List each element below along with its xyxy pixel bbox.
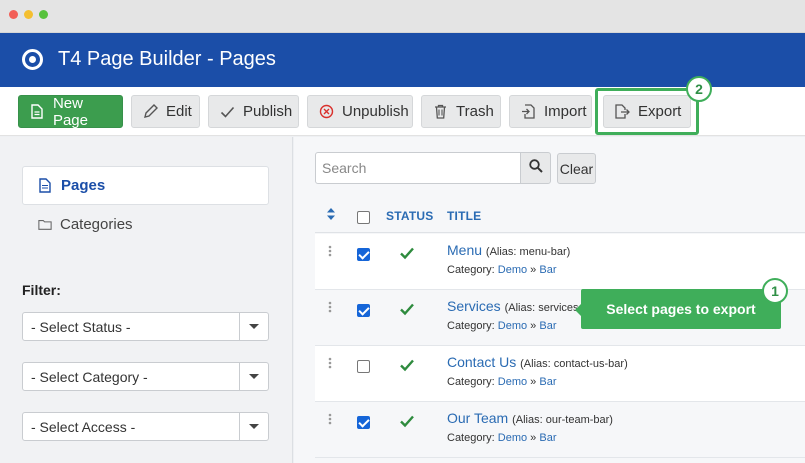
search-icon xyxy=(528,158,543,178)
step-1-badge: 1 xyxy=(762,278,788,304)
category-prefix: Category: xyxy=(447,376,495,388)
new-page-label: New Page xyxy=(52,94,88,129)
table-row[interactable]: Contact Us (Alias: contact-us-bar) Catego… xyxy=(315,346,805,402)
category-separator: » xyxy=(530,320,537,332)
title-column-header[interactable]: TITLE xyxy=(447,209,481,223)
edit-label: Edit xyxy=(166,103,192,120)
published-check-icon[interactable] xyxy=(399,358,415,372)
filter-heading: Filter: xyxy=(22,282,61,298)
search-button[interactable] xyxy=(520,152,551,184)
circle-x-icon xyxy=(318,104,334,120)
sort-icon[interactable] xyxy=(327,207,335,220)
close-window-button[interactable] xyxy=(9,10,18,19)
file-import-icon xyxy=(520,104,536,120)
chevron-down-icon[interactable] xyxy=(239,363,268,390)
edit-button[interactable]: Edit xyxy=(131,95,200,128)
drag-handle-icon[interactable] xyxy=(328,412,332,425)
trash-label: Trash xyxy=(456,103,494,120)
callout-text: Select pages to export xyxy=(606,301,756,317)
import-button[interactable]: Import xyxy=(509,95,592,128)
unpublish-button[interactable]: Unpublish xyxy=(307,95,413,128)
access-filter-value: - Select Access - xyxy=(31,418,136,435)
pencil-icon xyxy=(142,104,158,120)
publish-label: Publish xyxy=(243,103,293,120)
folder-icon xyxy=(38,217,52,233)
category-prefix: Category: xyxy=(447,432,495,444)
trash-button[interactable]: Trash xyxy=(421,95,501,128)
page-title-link[interactable]: Menu xyxy=(447,242,482,258)
drag-handle-icon[interactable] xyxy=(328,244,332,257)
file-plus-icon xyxy=(29,104,45,120)
target-icon xyxy=(22,49,43,70)
category-separator: » xyxy=(530,432,537,444)
chevron-down-icon[interactable] xyxy=(239,313,268,340)
page-title-link[interactable]: Contact Us xyxy=(447,354,516,370)
category-separator: » xyxy=(530,376,537,388)
step-2-badge: 2 xyxy=(686,76,712,102)
publish-button[interactable]: Publish xyxy=(208,95,299,128)
sidebar-item-label: Categories xyxy=(60,216,133,233)
access-filter-select[interactable]: - Select Access - xyxy=(22,412,269,441)
search-input[interactable]: Search xyxy=(315,152,521,184)
subcategory-link[interactable]: Bar xyxy=(539,376,556,388)
window-titlebar xyxy=(0,0,805,33)
status-column-header[interactable]: STATUS xyxy=(386,209,433,223)
select-pages-callout: Select pages to export xyxy=(575,289,781,329)
category-link[interactable]: Demo xyxy=(498,264,527,276)
export-highlight xyxy=(595,88,699,135)
subcategory-link[interactable]: Bar xyxy=(539,264,556,276)
page-alias: (Alias: contact-us-bar) xyxy=(520,358,628,370)
page-alias: (Alias: our-team-bar) xyxy=(512,414,613,426)
table-row[interactable]: Our Team (Alias: our-team-bar) Category: … xyxy=(315,402,805,458)
row-checkbox[interactable] xyxy=(357,416,370,429)
trash-icon xyxy=(432,104,448,120)
category-link[interactable]: Demo xyxy=(498,432,527,444)
table-row[interactable]: Menu (Alias: menu-bar) Category: Demo » B… xyxy=(315,234,805,290)
page-title-link[interactable]: Services xyxy=(447,298,501,314)
app-header: T4 Page Builder - Pages xyxy=(0,33,805,87)
maximize-window-button[interactable] xyxy=(39,10,48,19)
category-filter-value: - Select Category - xyxy=(31,368,148,385)
drag-handle-icon[interactable] xyxy=(328,300,332,313)
drag-handle-icon[interactable] xyxy=(328,356,332,369)
category-link[interactable]: Demo xyxy=(498,320,527,332)
page-title-link[interactable]: Our Team xyxy=(447,410,508,426)
published-check-icon[interactable] xyxy=(399,414,415,428)
category-separator: » xyxy=(530,264,537,276)
import-label: Import xyxy=(544,103,587,120)
category-filter-select[interactable]: - Select Category - xyxy=(22,362,269,391)
category-prefix: Category: xyxy=(447,320,495,332)
chevron-down-icon[interactable] xyxy=(239,413,268,440)
sidebar-item-label: Pages xyxy=(61,177,106,194)
sidebar-item-categories[interactable]: Categories xyxy=(22,205,269,244)
check-icon xyxy=(219,104,235,120)
status-filter-value: - Select Status - xyxy=(31,318,131,335)
page-alias: (Alias: menu-bar) xyxy=(485,246,571,258)
published-check-icon[interactable] xyxy=(399,246,415,260)
subcategory-link[interactable]: Bar xyxy=(539,432,556,444)
sidebar: Pages Categories Filter: - Select Status… xyxy=(0,137,293,463)
subcategory-link[interactable]: Bar xyxy=(539,320,556,332)
status-filter-select[interactable]: - Select Status - xyxy=(22,312,269,341)
file-icon xyxy=(39,178,53,194)
minimize-window-button[interactable] xyxy=(24,10,33,19)
page-alias: (Alias: services xyxy=(504,302,579,314)
row-checkbox[interactable] xyxy=(357,304,370,317)
sidebar-item-pages[interactable]: Pages xyxy=(22,166,269,205)
published-check-icon[interactable] xyxy=(399,302,415,316)
category-prefix: Category: xyxy=(447,264,495,276)
unpublish-label: Unpublish xyxy=(342,103,409,120)
clear-button[interactable]: Clear xyxy=(557,153,596,184)
select-all-checkbox[interactable] xyxy=(357,211,370,224)
row-checkbox[interactable] xyxy=(357,360,370,373)
category-link[interactable]: Demo xyxy=(498,376,527,388)
page-title: T4 Page Builder - Pages xyxy=(58,48,276,70)
row-checkbox[interactable] xyxy=(357,248,370,261)
new-page-button[interactable]: New Page xyxy=(18,94,123,129)
table-header: STATUS TITLE xyxy=(315,197,805,233)
